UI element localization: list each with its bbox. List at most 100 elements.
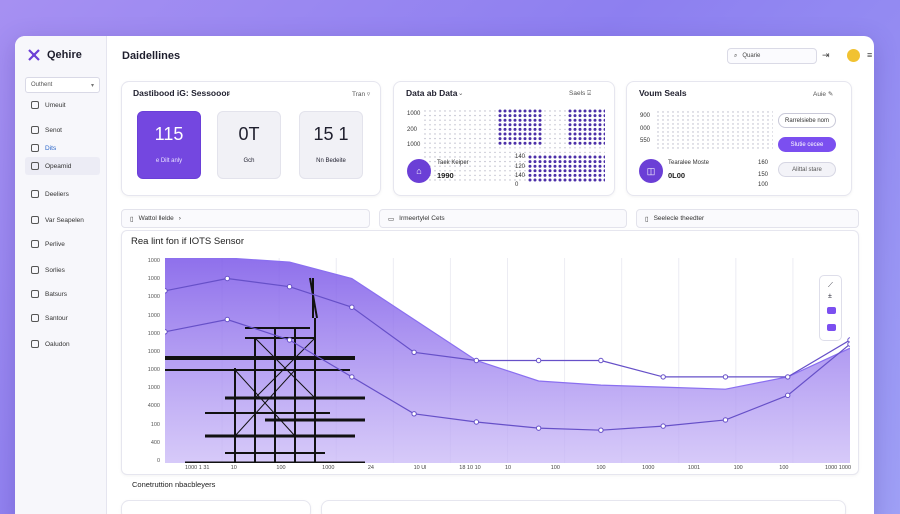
seals-action-button-1[interactable]: Rarrelsiebe nom [778, 113, 836, 128]
kpi-tile[interactable]: 115 e Dilt anly [137, 111, 201, 179]
zoom-in-icon[interactable]: ± [828, 293, 832, 300]
seals-action-button-3[interactable]: Alittal stare [778, 162, 836, 177]
layers-icon[interactable] [827, 307, 836, 314]
heatmap-cell [518, 141, 522, 145]
heatmap-cell [509, 170, 511, 172]
sidebar-item[interactable]: Sorlies [25, 261, 100, 279]
heatmap-cell [424, 128, 426, 131]
data-point[interactable] [535, 425, 542, 431]
heatmap-cell [484, 133, 486, 135]
data-point[interactable] [473, 357, 480, 364]
data-point[interactable] [411, 349, 417, 356]
data-point[interactable] [722, 417, 729, 423]
data-card-action[interactable]: Saels ⍓ [569, 90, 591, 98]
heatmap-cell [494, 114, 496, 117]
heatmap-cell [574, 147, 576, 149]
sidebar-item[interactable]: Var Seapelen [25, 211, 100, 229]
subtab-1[interactable]: ▯ Wattol llelde › [121, 209, 370, 228]
sidebar-item[interactable]: Senot [25, 121, 100, 139]
data-point[interactable] [349, 374, 355, 380]
data-point[interactable] [722, 374, 729, 380]
subtab-3[interactable]: ▯ Seelecle theedter [636, 209, 859, 228]
heatmap-cell [603, 118, 605, 122]
heatmap-cell [564, 114, 566, 117]
subtab-2[interactable]: ▭ Irmeertylel Cets [379, 209, 627, 228]
sidebar-item[interactable]: Opeamid [25, 157, 100, 175]
heatmap-cell [599, 147, 601, 149]
dotgrid-cell [702, 115, 704, 117]
data-point[interactable] [785, 374, 791, 380]
sidebar-item[interactable]: Perlive [25, 235, 100, 253]
data-point[interactable] [224, 316, 230, 323]
data-point[interactable] [660, 423, 666, 429]
heatmap-cell [538, 137, 542, 141]
dotgrid-cell [737, 127, 739, 129]
heatmap-cell [434, 147, 436, 149]
sidebar-item[interactable]: Deeliers [25, 185, 100, 203]
data-point[interactable] [165, 329, 168, 335]
data-point[interactable] [411, 411, 417, 417]
avatar[interactable] [847, 49, 860, 62]
heatmap-cell [479, 124, 481, 126]
heatmap-cell [434, 142, 436, 144]
dotgrid-cell [702, 111, 704, 113]
settings-icon[interactable] [827, 324, 836, 331]
heatmap-cell [519, 160, 521, 163]
seals-card-action[interactable]: Auie ✎ [813, 90, 833, 98]
page-title: Daidellines [122, 50, 181, 62]
sidebar-item[interactable]: Batsurs [25, 285, 100, 303]
dotgrid-cell [667, 131, 669, 133]
dotgrid-cell [667, 111, 669, 113]
sensor-chart[interactable] [165, 258, 850, 463]
y-tick-label: 1000 [147, 367, 160, 374]
data-point[interactable] [598, 357, 604, 364]
search-input[interactable]: ⌕ Quarie [727, 48, 817, 64]
heatmap-cell [548, 178, 552, 182]
zoom-slider-icon[interactable]: ⟋ [828, 282, 833, 290]
data-point[interactable] [349, 304, 355, 310]
brand[interactable]: Qehire [27, 48, 82, 62]
heatmap-cell [454, 110, 456, 112]
dotgrid-cell [717, 143, 719, 145]
menu-icon[interactable]: ≡ [867, 50, 872, 60]
data-point[interactable] [660, 374, 666, 380]
heatmap-cell [598, 114, 602, 118]
data-point[interactable] [165, 288, 168, 294]
data-point[interactable] [224, 275, 230, 282]
heatmap-cell [603, 109, 605, 113]
data-point[interactable] [598, 427, 604, 433]
heatmap-cell [439, 128, 441, 131]
dotgrid-cell [772, 111, 773, 113]
sidebar-item[interactable]: Umeuit [25, 96, 100, 114]
dotgrid-cell [742, 143, 744, 145]
heatmap-cell [559, 128, 561, 131]
data-point[interactable] [473, 419, 480, 425]
dotgrid-cell [757, 115, 759, 117]
sidebar-item[interactable]: Dits [25, 139, 100, 157]
sidebar-item[interactable]: Oaludon [25, 335, 100, 353]
data-point[interactable] [847, 341, 850, 347]
chevron-down-icon[interactable]: ⌄ [458, 89, 463, 97]
heatmap-cell [434, 165, 436, 167]
dotgrid-cell [657, 139, 659, 141]
kpi-tile[interactable]: 15 1 Nn Bedeite [299, 111, 363, 179]
dotgrid-cell [772, 119, 773, 121]
data-point[interactable] [286, 284, 293, 290]
heatmap-cell [563, 173, 567, 177]
sensor-card-action[interactable]: Tran ▿ [352, 90, 370, 98]
dotgrid-cell [752, 143, 754, 145]
sensor-card-title: Dastibood iG: Sessooor [133, 88, 230, 98]
heatmap-cell [533, 164, 537, 168]
heatmap-cell [549, 114, 551, 117]
sidebar-item[interactable]: Santour [25, 309, 100, 327]
heatmap-cell [564, 110, 566, 112]
data-point[interactable] [286, 337, 293, 343]
heatmap-cell [503, 118, 507, 122]
kpi-tile[interactable]: 0T Gch [217, 111, 281, 179]
data-point[interactable] [535, 357, 542, 364]
data-point[interactable] [785, 392, 791, 399]
export-icon[interactable]: ⇥ [822, 50, 830, 61]
seals-action-button-2[interactable]: Slutie cecee [778, 137, 836, 152]
workspace-select[interactable]: Outhent ▾ [25, 77, 100, 93]
chevron-down-icon[interactable]: ⌄ [226, 89, 231, 97]
